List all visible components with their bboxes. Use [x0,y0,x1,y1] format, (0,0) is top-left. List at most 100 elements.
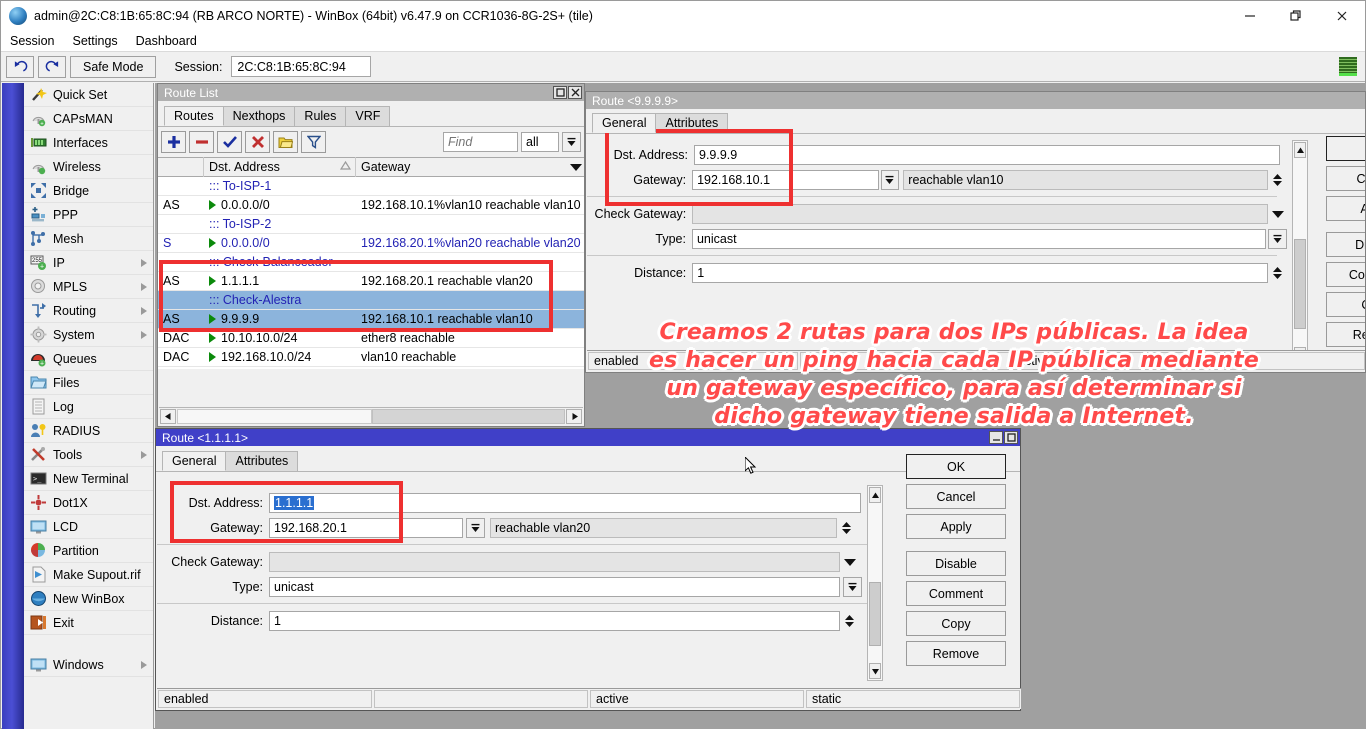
sidebar-item-partition[interactable]: Partition [24,539,153,563]
route-list-maximize-button[interactable] [553,86,567,99]
ok-button[interactable]: OK [906,454,1006,479]
disable-button[interactable]: Disable [906,551,1006,576]
dst-address-input[interactable]: 9.9.9.9 [694,145,1280,165]
route-dialog-bottom-maximize-button[interactable] [1004,431,1018,444]
apply-button[interactable]: Apply [906,514,1006,539]
tab-general[interactable]: General [592,113,656,133]
ok-button[interactable]: OK [1326,136,1366,161]
remove-button[interactable]: Remove [906,641,1006,666]
vscroll-up-button[interactable] [1294,142,1306,158]
session-value[interactable]: 2C:C8:1B:65:8C:94 [231,56,371,77]
table-row[interactable]: AS 1.1.1.1 192.168.20.1 reachable vlan20 [158,272,584,291]
check-gateway-dropdown-icon[interactable] [1268,204,1287,224]
sidebar-item-new-winbox[interactable]: New WinBox [24,587,153,611]
cancel-button[interactable]: Cancel [1326,166,1366,191]
type-input[interactable]: unicast [692,229,1266,249]
table-row[interactable]: DAC 192.168.20.0/24 vlan20 reachable [158,367,584,369]
sidebar-item-radius[interactable]: RADIUS [24,419,153,443]
find-input[interactable] [443,132,518,152]
cancel-button[interactable]: Cancel [906,484,1006,509]
sidebar-item-ip[interactable]: 255+ IP [24,251,153,275]
hscroll-track[interactable] [372,409,565,424]
tab-vrf[interactable]: VRF [345,106,390,126]
check-gateway-dropdown-icon[interactable] [840,552,859,572]
gateway-dropdown-icon[interactable] [466,518,485,538]
table-row[interactable]: DAC 10.10.10.0/24 ether8 reachable [158,329,584,348]
sidebar-item-exit[interactable]: Exit [24,611,153,635]
sidebar-item-mesh[interactable]: Mesh [24,227,153,251]
gateway-dropdown-icon[interactable] [881,170,900,190]
tab-routes[interactable]: Routes [164,106,224,126]
disable-button[interactable]: Disable [1326,232,1366,257]
table-row[interactable]: ::: To-ISP-1 [158,177,584,196]
menu-session[interactable]: Session [1,32,63,50]
sidebar-item-capsman[interactable]: + CAPsMAN [24,107,153,131]
disable-route-button[interactable] [245,131,270,153]
gateway-input[interactable]: 192.168.20.1 [269,518,463,538]
table-row[interactable]: ::: Check-Alestra [158,291,584,310]
type-dropdown-icon[interactable] [1268,229,1287,249]
table-row[interactable]: ::: Check-Balanceador [158,253,584,272]
close-button[interactable] [1319,1,1365,30]
gateway-input[interactable]: 192.168.10.1 [692,170,879,190]
find-scope-arrow-icon[interactable] [562,132,581,152]
copy-button[interactable]: Copy [906,611,1006,636]
dst-address-input[interactable]: 1.1.1.1 [269,493,861,513]
comment-folder-icon[interactable] [273,131,298,153]
route-dialog-bottom-vscrollbar[interactable] [867,485,883,681]
sidebar-item-make-supout[interactable]: Make Supout.rif [24,563,153,587]
copy-button[interactable]: Copy [1326,292,1366,317]
distance-spinner-icon[interactable] [840,611,859,631]
maximize-restore-button[interactable] [1273,1,1319,30]
vscroll-thumb[interactable] [1294,239,1306,329]
safe-mode-button[interactable]: Safe Mode [70,56,156,78]
menu-dashboard[interactable]: Dashboard [127,32,206,50]
sidebar-item-files[interactable]: Files [24,371,153,395]
column-menu-icon[interactable] [562,157,584,177]
remove-button[interactable]: Remove [1326,322,1366,347]
vscroll-up-button[interactable] [869,487,881,503]
gateway-spinner-icon[interactable] [837,518,856,538]
route-list-hscrollbar[interactable] [159,407,583,425]
table-row[interactable]: DAC 192.168.10.0/24 vlan10 reachable [158,348,584,367]
distance-spinner-icon[interactable] [1268,263,1287,283]
sidebar-item-log[interactable]: Log [24,395,153,419]
sidebar-item-ppp[interactable]: PPP [24,203,153,227]
route-dialog-bottom-titlebar[interactable]: Route <1.1.1.1> [156,429,1020,446]
sidebar-item-dot1x[interactable]: Dot1X [24,491,153,515]
check-gateway-input[interactable] [692,204,1268,224]
sidebar-item-system[interactable]: System [24,323,153,347]
type-input[interactable]: unicast [269,577,840,597]
tab-general[interactable]: General [162,451,226,471]
hscroll-right-button[interactable] [566,409,582,424]
gateway-spinner-icon[interactable] [1268,170,1287,190]
vscroll-down-button[interactable] [869,663,881,679]
column-gateway[interactable]: Gateway [356,157,562,177]
column-dst-address[interactable]: Dst. Address [204,157,356,177]
route-dialog-top-titlebar[interactable]: Route <9.9.9.9> [586,92,1365,109]
tab-attributes[interactable]: Attributes [655,113,728,133]
sidebar-item-mpls[interactable]: MPLS [24,275,153,299]
find-scope-select[interactable]: all [521,132,559,152]
minimize-button[interactable] [1227,1,1273,30]
distance-input[interactable]: 1 [692,263,1268,283]
vscroll-track[interactable] [868,504,882,662]
sidebar-item-tools[interactable]: Tools [24,443,153,467]
apply-button[interactable]: Apply [1326,196,1366,221]
comment-button[interactable]: Comment [1326,262,1366,287]
sidebar-item-queues[interactable]: + Queues [24,347,153,371]
sidebar-item-quick-set[interactable]: Quick Set [24,83,153,107]
table-row[interactable]: ::: To-ISP-2 [158,215,584,234]
route-list-titlebar[interactable]: Route List [158,84,584,101]
table-row[interactable]: S 0.0.0.0/0 192.168.20.1%vlan20 reachabl… [158,234,584,253]
distance-input[interactable]: 1 [269,611,840,631]
type-dropdown-icon[interactable] [843,577,862,597]
sidebar-item-new-terminal[interactable]: >_ New Terminal [24,467,153,491]
sidebar-item-lcd[interactable]: LCD [24,515,153,539]
filter-funnel-icon[interactable] [301,131,326,153]
remove-route-button[interactable] [189,131,214,153]
enable-route-button[interactable] [217,131,242,153]
column-flags[interactable] [158,157,204,177]
tab-rules[interactable]: Rules [294,106,346,126]
tab-attributes[interactable]: Attributes [225,451,298,471]
